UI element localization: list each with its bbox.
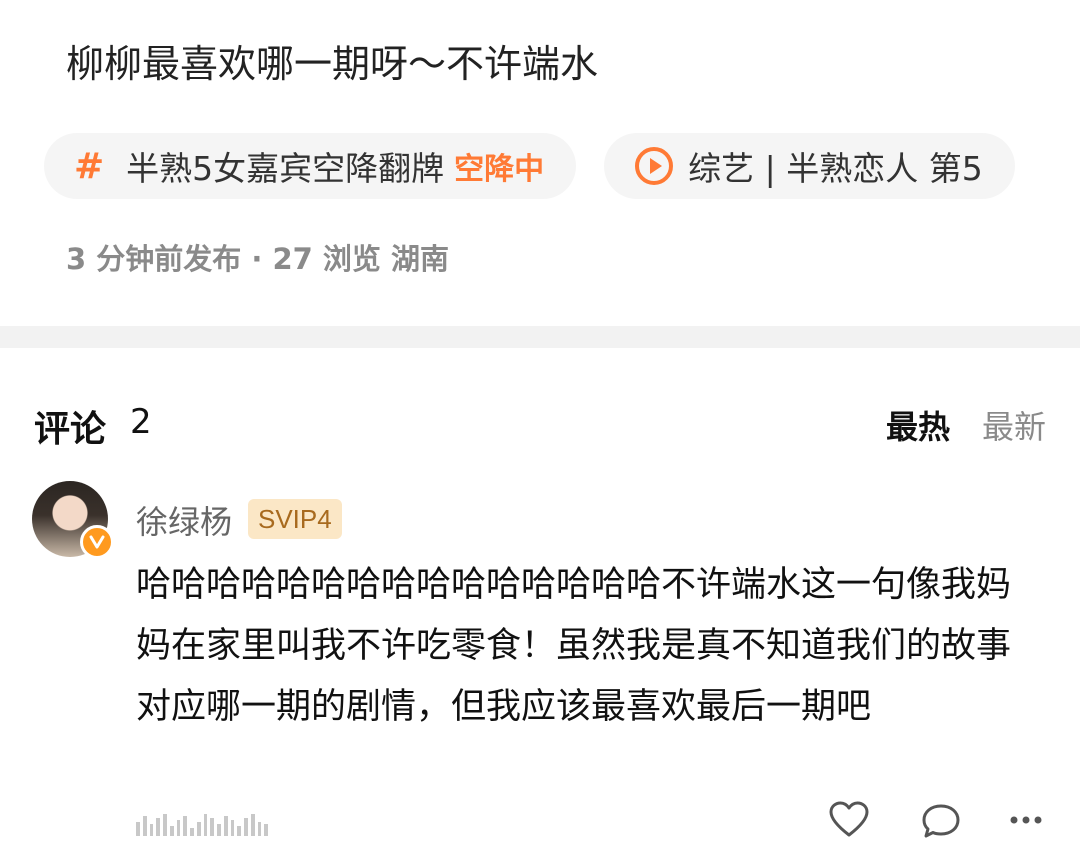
hash-icon: # bbox=[74, 145, 105, 187]
sort-new-tab[interactable]: 最新 bbox=[982, 402, 1046, 448]
more-icon[interactable] bbox=[1008, 814, 1044, 826]
comment-text: 哈哈哈哈哈哈哈哈哈哈哈哈哈哈哈不许端水这一句像我妈妈在家里叫我不许吃零食！虽然我… bbox=[136, 565, 1012, 727]
comments-label: 评论 bbox=[34, 409, 107, 450]
comment-username[interactable]: 徐绿杨 bbox=[136, 497, 232, 543]
heart-icon[interactable] bbox=[828, 800, 870, 840]
chip-badge: 空降中 bbox=[454, 152, 545, 187]
chip-label: 半熟5女嘉宾空降翻牌 bbox=[126, 149, 445, 188]
topic-chip-hashtag[interactable]: # 半熟5女嘉宾空降翻牌 空降中 bbox=[44, 133, 577, 199]
post-title: 柳柳最喜欢哪一期呀～不许端水 bbox=[66, 42, 599, 86]
verified-icon bbox=[80, 525, 114, 559]
sort-hot-tab[interactable]: 最热 bbox=[886, 402, 950, 448]
comments-count: 2 bbox=[130, 402, 152, 442]
play-icon bbox=[635, 147, 674, 185]
section-divider bbox=[0, 326, 1080, 348]
avatar[interactable] bbox=[32, 481, 114, 559]
vip-badge: SVIP4 bbox=[248, 499, 342, 539]
comment-timestamp-obscured bbox=[136, 812, 268, 836]
chip-label: 综艺 | 半熟恋人 第5 bbox=[688, 149, 983, 188]
post-meta: 3 分钟前发布 · 27 浏览 湖南 bbox=[66, 242, 450, 276]
comment-icon[interactable] bbox=[920, 802, 962, 842]
topic-chips: # 半熟5女嘉宾空降翻牌 空降中 综艺 | 半熟恋人 第5 bbox=[44, 133, 1037, 199]
comments-header: 评论 2 最热 最新 bbox=[34, 400, 1046, 450]
topic-chip-video[interactable]: 综艺 | 半熟恋人 第5 bbox=[604, 133, 1015, 199]
